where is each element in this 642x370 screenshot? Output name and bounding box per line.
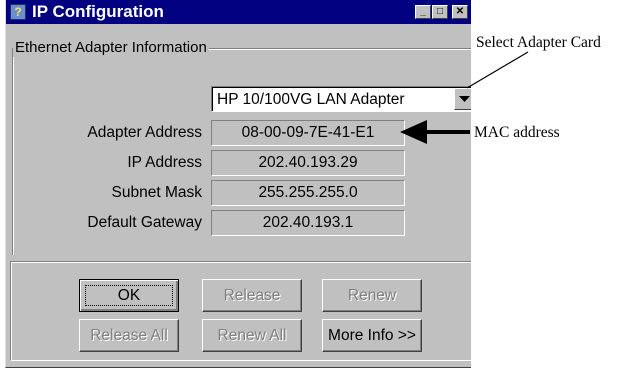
mac-arrow-head: [400, 120, 427, 144]
select-adapter-annotation: Select Adapter Card: [476, 34, 601, 51]
select-adapter-pointer-line: [466, 51, 529, 89]
mac-address-annotation: MAC address: [474, 124, 560, 141]
annotation-arrows: [400, 51, 529, 144]
